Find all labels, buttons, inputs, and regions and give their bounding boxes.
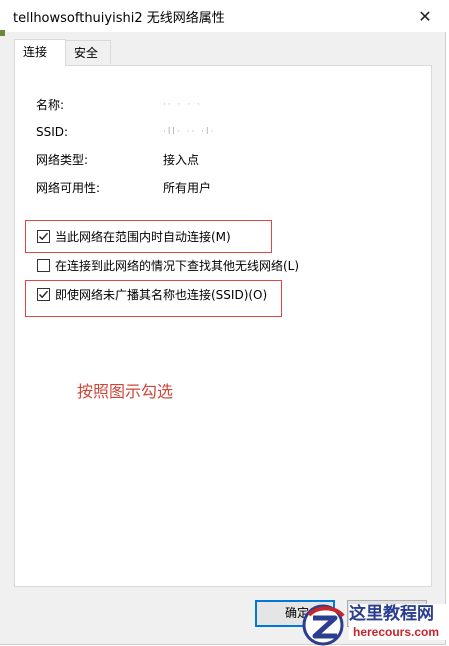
property-value: 所有用户	[163, 181, 212, 195]
hidden-ssid-checkbox[interactable]	[37, 288, 50, 301]
option-label: 在连接到此网络的情况下查找其他无线网络(L)	[55, 259, 300, 273]
close-icon: ✕	[418, 6, 432, 26]
watermark: 这里教程网 herecours.com	[349, 604, 449, 640]
checkmark-icon	[39, 290, 49, 299]
property-label: 网络类型:	[36, 153, 89, 167]
property-value: ·ll· ·· ·l·	[163, 127, 216, 137]
property-label: SSID:	[36, 125, 69, 139]
option-label: 即使网络未广播其名称也连接(SSID)(O)	[55, 288, 268, 302]
auto-connect-checkbox[interactable]	[37, 230, 50, 243]
property-label: 网络可用性:	[36, 181, 101, 195]
wireless-properties-dialog: tellhowsofthuiyishi2 无线网络属性 ✕ 连接 安全 名称: …	[0, 0, 449, 646]
watermark-logo-icon	[302, 604, 345, 646]
property-value: 接入点	[163, 153, 200, 167]
annotation-instruction: 按照图示勾选	[77, 382, 174, 401]
property-value: ·· · · ·	[163, 100, 202, 110]
watermark-name: 这里教程网	[349, 604, 434, 624]
background-window-fragment	[0, 30, 5, 36]
title-bar: tellhowsofthuiyishi2 无线网络属性 ✕	[0, 0, 446, 32]
watermark-domain: herecours.com	[353, 625, 440, 639]
tab-connection[interactable]: 连接	[14, 39, 66, 66]
option-label: 当此网络在范围内时自动连接(M)	[55, 230, 231, 244]
find-other-networks-checkbox[interactable]	[37, 259, 50, 272]
tab-panel-connection: 名称: ·· · · · SSID: ·ll· ·· ·l· 网络类型: 接入点…	[14, 65, 432, 587]
checkmark-icon	[39, 232, 49, 241]
tab-security[interactable]: 安全	[65, 40, 111, 64]
property-label: 名称:	[36, 98, 65, 112]
close-button[interactable]: ✕	[404, 0, 446, 32]
window-title: tellhowsofthuiyishi2 无线网络属性	[13, 11, 225, 26]
